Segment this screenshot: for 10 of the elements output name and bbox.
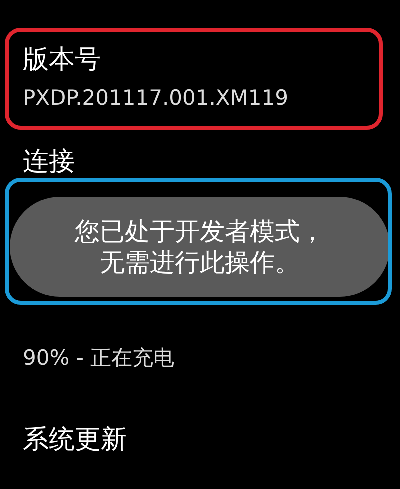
item-title: 版本号 (23, 44, 101, 77)
settings-item[interactable]: 90% - 正在充电 (5, 328, 383, 386)
settings-item[interactable]: 连接 (5, 134, 383, 192)
item-summary: 90% - 正在充电 (23, 345, 175, 372)
item-summary: PXDP.201117.001.XM119 (23, 85, 288, 112)
item-title: 连接 (23, 146, 75, 179)
toast-message: 您已处于开发者模式，无需进行此操作。 (74, 216, 326, 278)
highlight-frame[interactable]: 版本号 PXDP.201117.001.XM119 (5, 28, 383, 130)
item-title: 系统更新 (23, 424, 127, 457)
settings-item[interactable]: 系统更新 (5, 412, 383, 470)
